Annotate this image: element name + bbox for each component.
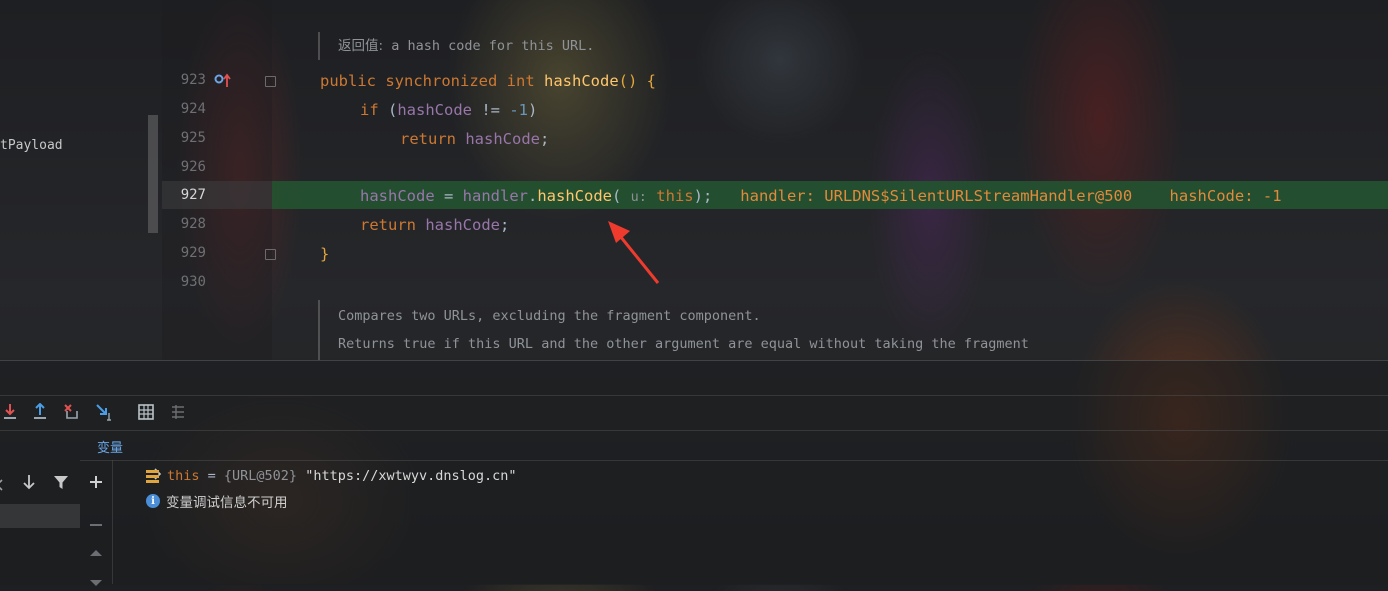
javadoc-returns-label: 返回值: — [338, 38, 384, 54]
variable-name: this — [167, 468, 200, 484]
trace-stream-icon[interactable] — [168, 402, 188, 422]
expand-chevron-icon[interactable] — [120, 452, 161, 500]
info-text: 变量调试信息不可用 — [166, 495, 288, 511]
line-number: 930 — [180, 274, 206, 290]
remove-watch-icon[interactable] — [89, 512, 103, 531]
move-down-icon[interactable] — [89, 572, 103, 591]
field-icon — [146, 469, 159, 483]
editor-gutter — [162, 0, 272, 360]
code-line-927: hashCode = handler.hashCode( u: this); h… — [360, 187, 1282, 205]
debug-toolbar — [0, 395, 1388, 431]
line-number: 928 — [180, 216, 206, 232]
annotation-arrow-icon — [600, 215, 664, 291]
line-number-current: 927 — [180, 187, 206, 203]
divider — [80, 460, 1388, 461]
rendered-javadoc-bottom: Compares two URLs, excluding the fragmen… — [318, 300, 1029, 360]
line-number: 926 — [180, 159, 206, 175]
line-number: 923 — [180, 72, 206, 88]
override-marker-icon[interactable] — [214, 73, 234, 93]
rendered-javadoc-top: 返回值: a hash code for this URL. — [318, 32, 594, 60]
project-tree-scrollbar[interactable] — [148, 115, 158, 233]
step-out-icon[interactable] — [30, 402, 50, 422]
code-line-925: return hashCode; — [400, 130, 550, 148]
line-number: 929 — [180, 245, 206, 261]
filter-icon[interactable] — [53, 475, 69, 494]
line-number: 925 — [180, 130, 206, 146]
line-number: 924 — [180, 101, 206, 117]
javadoc-line: Returns true if this URL and the other a… — [338, 336, 1029, 352]
add-watch-icon[interactable] — [89, 474, 103, 493]
inline-debug-value-hashcode: hashCode: -1 — [1169, 187, 1282, 205]
project-tree-panel: tPayload — [0, 0, 162, 360]
chevron-left-icon[interactable] — [0, 476, 4, 495]
move-up-icon[interactable] — [89, 542, 103, 561]
variable-ref: {URL@502} — [223, 468, 298, 484]
project-tree-item[interactable]: tPayload — [0, 138, 63, 153]
arrow-down-icon[interactable] — [22, 474, 36, 494]
step-into-icon[interactable] — [0, 402, 20, 422]
javadoc-line: Compares two URLs, excluding the fragmen… — [338, 308, 761, 324]
code-line-924: if (hashCode != -1) — [360, 101, 538, 119]
variable-row-this[interactable]: this = {URL@502} "https://xwtwyv.dnslog.… — [120, 466, 517, 486]
selected-frame-row[interactable] — [0, 504, 80, 528]
javadoc-returns-text: a hash code for this URL. — [391, 38, 595, 54]
code-line-929: } — [320, 245, 330, 263]
debug-info-unavailable: i 变量调试信息不可用 — [146, 491, 288, 511]
inline-debug-value-handler: handler: URLDNS$SilentURLStreamHandler@5… — [740, 187, 1133, 205]
evaluate-expression-icon[interactable] — [136, 402, 156, 422]
drop-frame-icon[interactable] — [62, 402, 82, 422]
code-line-923: public synchronized int hashCode() { — [320, 72, 656, 90]
run-to-cursor-icon[interactable] — [95, 402, 115, 422]
info-icon: i — [146, 494, 160, 508]
variable-value: "https://xwtwyv.dnslog.cn" — [297, 468, 517, 484]
code-line-928: return hashCode; — [360, 216, 510, 234]
variable-eq: = — [199, 468, 224, 484]
parameter-hint: u: — [630, 189, 647, 205]
